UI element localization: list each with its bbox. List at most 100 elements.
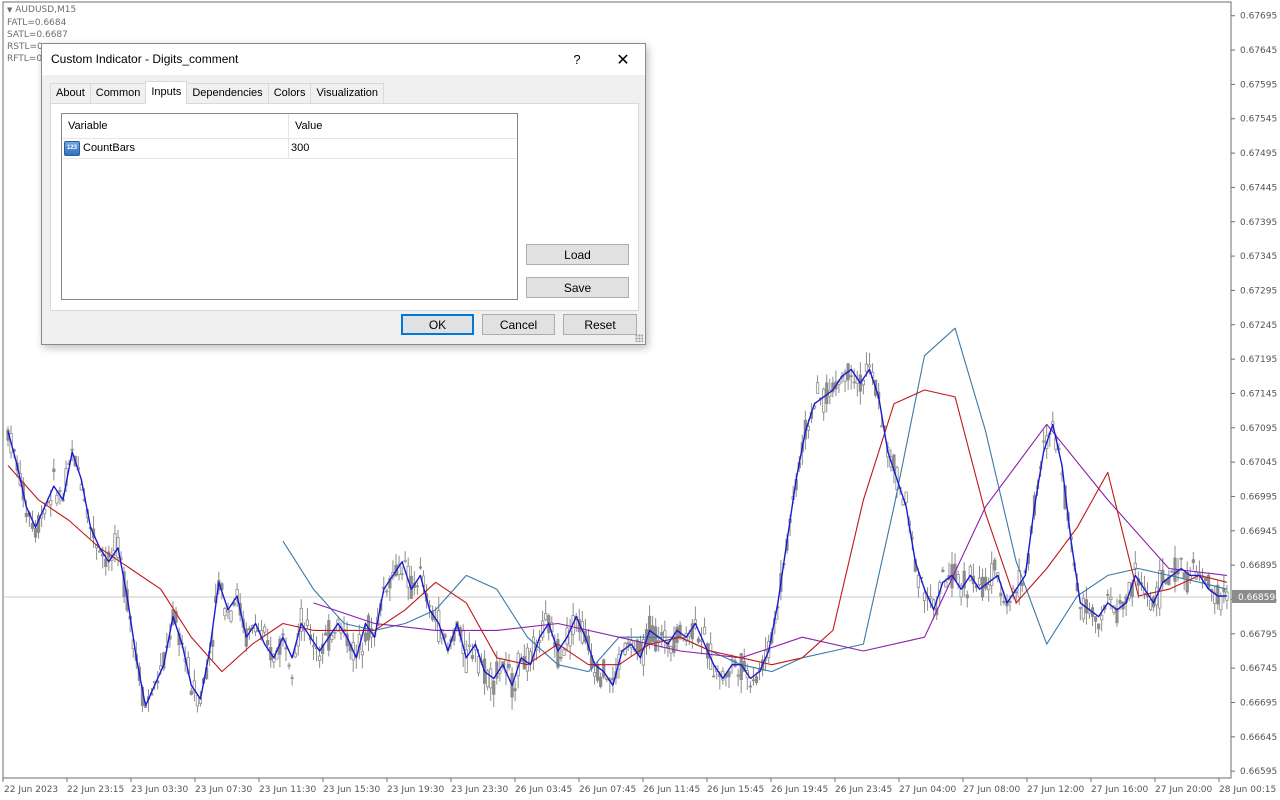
candle-body: [654, 626, 658, 652]
candle-body: [987, 584, 991, 591]
variable-value[interactable]: 300: [291, 138, 517, 158]
current-price-label: 0.66859: [1238, 593, 1275, 603]
x-tick-label: 27 Jun 16:00: [1091, 785, 1148, 795]
candle-body: [1191, 559, 1195, 563]
candle-body: [467, 644, 471, 647]
tab-inputs[interactable]: Inputs: [145, 81, 188, 104]
candle-body: [318, 655, 322, 661]
tab-visualization[interactable]: Visualization: [310, 83, 385, 104]
candle-body: [712, 675, 716, 678]
candle-body: [1078, 607, 1082, 609]
candle: [602, 658, 606, 680]
candle-body: [49, 500, 53, 506]
candle: [1207, 572, 1211, 589]
y-tick-label: 0.66595: [1240, 767, 1277, 777]
tab-common[interactable]: Common: [89, 83, 147, 104]
collapse-triangle-icon[interactable]: ▼: [7, 6, 12, 14]
candle-body: [247, 628, 251, 631]
candle-body: [305, 619, 309, 626]
tab-dependencies[interactable]: Dependencies: [186, 83, 269, 104]
candle-body: [968, 566, 972, 581]
variable-name: CountBars: [83, 142, 135, 154]
save-button[interactable]: Save: [526, 277, 629, 298]
candle-body: [1219, 596, 1223, 611]
y-tick-label: 0.67495: [1240, 149, 1277, 159]
candle-body: [754, 676, 759, 683]
candle-body: [736, 674, 740, 677]
candle-body: [675, 626, 679, 643]
candle-body: [290, 677, 294, 679]
x-tick-label: 26 Jun 11:45: [643, 785, 700, 795]
legend-rstl: RSTL=0: [7, 42, 43, 52]
y-tick-label: 0.67245: [1240, 321, 1277, 331]
candle-body: [507, 663, 511, 668]
tab-about[interactable]: About: [50, 83, 91, 104]
y-tick-label: 0.67595: [1240, 80, 1277, 90]
x-tick-label: 23 Jun 23:30: [451, 785, 508, 795]
grid-header: Variable Value: [62, 114, 517, 139]
column-variable[interactable]: Variable: [62, 114, 288, 138]
candle-body: [1093, 616, 1098, 622]
reset-button[interactable]: Reset: [563, 314, 637, 335]
x-tick-label: 26 Jun 03:45: [515, 785, 572, 795]
close-button[interactable]: ✕: [601, 44, 645, 75]
load-button[interactable]: Load: [526, 244, 629, 265]
y-tick-label: 0.67195: [1240, 355, 1277, 365]
y-tick-label: 0.67545: [1240, 115, 1277, 125]
x-tick-label: 27 Jun 12:00: [1027, 785, 1084, 795]
candle-body: [941, 569, 945, 572]
close-icon: ✕: [616, 51, 630, 69]
integer-icon: 123: [64, 141, 80, 156]
dialog-title-bar[interactable]: Custom Indicator - Digits_comment ? ✕: [42, 44, 645, 75]
x-tick-label: 26 Jun 19:45: [771, 785, 828, 795]
candle-body: [806, 426, 811, 431]
candle-body: [904, 491, 908, 503]
candle-body: [727, 670, 731, 678]
candle-body: [30, 522, 35, 529]
custom-indicator-dialog: Custom Indicator - Digits_comment ? ✕ Ab…: [41, 43, 646, 345]
candle-body: [559, 656, 563, 659]
candle-body: [663, 630, 667, 641]
x-tick-label: 27 Jun 08:00: [963, 785, 1020, 795]
y-tick-label: 0.66645: [1240, 733, 1277, 743]
x-tick-label: 23 Jun 11:30: [259, 785, 316, 795]
ok-button[interactable]: OK: [401, 314, 474, 335]
y-tick-label: 0.67395: [1240, 218, 1277, 228]
candle-body: [1100, 614, 1104, 621]
candle-body: [864, 363, 869, 372]
candle-body: [70, 448, 74, 451]
cancel-button[interactable]: Cancel: [482, 314, 555, 335]
dialog-title: Custom Indicator - Digits_comment: [51, 52, 239, 66]
legend-satl: SATL=0.6687: [7, 30, 68, 40]
candle-body: [602, 659, 606, 678]
candle-body: [470, 655, 474, 659]
inputs-grid[interactable]: Variable Value 123 CountBars 300: [61, 113, 518, 300]
candle-body: [696, 638, 701, 643]
y-tick-label: 0.67445: [1240, 183, 1277, 193]
candle-body: [1115, 607, 1119, 624]
candle-body: [1133, 562, 1137, 569]
candle-body: [1020, 582, 1024, 586]
candle-body: [522, 656, 526, 670]
x-tick-label: 23 Jun 19:30: [387, 785, 444, 795]
column-value[interactable]: Value: [289, 114, 517, 138]
candle-body: [1002, 600, 1006, 603]
candle-body: [1097, 623, 1101, 630]
candle-body: [1185, 572, 1189, 593]
candle-body: [1203, 577, 1208, 582]
candle-body: [999, 592, 1003, 597]
tab-colors[interactable]: Colors: [267, 83, 312, 104]
y-tick-label: 0.66945: [1240, 527, 1277, 537]
candle-body: [977, 577, 982, 586]
help-button[interactable]: ?: [555, 44, 599, 75]
candle-body: [599, 676, 603, 687]
candle-body: [1014, 591, 1018, 594]
candle-body: [513, 688, 517, 692]
candle-body: [849, 375, 853, 378]
table-row[interactable]: 123 CountBars 300: [62, 138, 517, 159]
resize-grip-icon[interactable]: [635, 334, 643, 342]
candle-body: [965, 594, 969, 599]
candle-body: [984, 576, 988, 589]
candle-body: [363, 632, 368, 642]
y-tick-label: 0.66795: [1240, 630, 1277, 640]
